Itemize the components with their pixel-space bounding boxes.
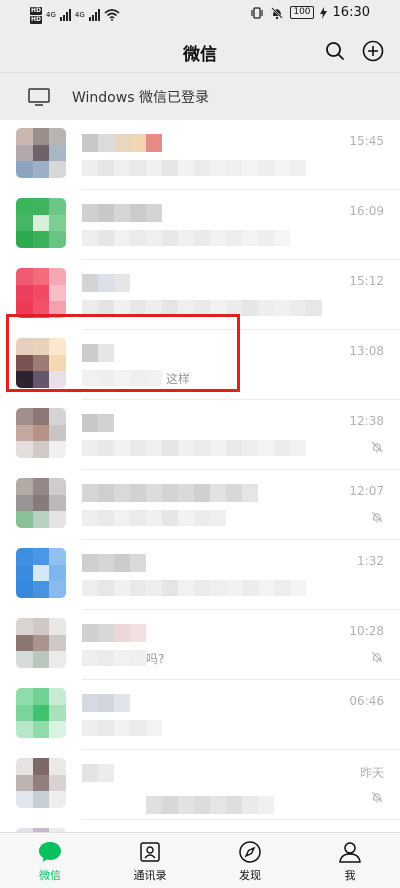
chat-bubble-icon	[36, 839, 64, 865]
avatar	[16, 618, 66, 668]
tab-chats[interactable]: 微信	[0, 833, 100, 888]
avatar	[16, 408, 66, 458]
muted-bell-icon	[371, 511, 383, 523]
chat-list: 15:45 16:09 15:12 这样 13:08 12:38 12:07 1…	[0, 120, 400, 832]
message-time: 13:08	[349, 344, 384, 358]
message-time: 15:45	[349, 134, 384, 148]
plus-circle-icon[interactable]	[360, 38, 386, 64]
chat-row[interactable]: 16:09	[0, 190, 400, 260]
chat-row[interactable]: 15:45	[0, 120, 400, 190]
contacts-icon	[136, 839, 164, 865]
message-time: 16:09	[349, 204, 384, 218]
contact-name-blurred	[82, 134, 162, 152]
signal-icon-1	[59, 9, 71, 21]
contact-name-blurred	[82, 274, 130, 292]
charging-icon	[319, 6, 327, 19]
contact-name-blurred	[82, 484, 258, 502]
avatar	[16, 478, 66, 528]
avatar	[16, 198, 66, 248]
message-time: 15:12	[349, 274, 384, 288]
person-icon	[336, 839, 364, 865]
message-time: 昨天	[359, 766, 384, 780]
vibrate-icon	[251, 6, 263, 19]
clock: 16:30	[332, 5, 370, 20]
message-preview-blurred	[82, 650, 146, 666]
hd-badge-1: HD	[30, 6, 43, 15]
tab-label: 我	[344, 869, 356, 882]
tab-label: 发现	[239, 869, 261, 882]
battery-level: 100	[290, 6, 314, 19]
chat-row[interactable]: 1:32	[0, 540, 400, 610]
message-preview-tail: 吗?	[146, 652, 165, 666]
wifi-icon	[104, 9, 120, 21]
contact-name-blurred	[82, 764, 114, 782]
message-preview-blurred	[82, 510, 226, 526]
muted-bell-icon	[371, 441, 383, 453]
annotation-highlight-box	[6, 314, 240, 392]
contact-name-blurred	[82, 414, 114, 432]
muted-bell-icon	[371, 791, 383, 803]
chat-row[interactable]: 12:07	[0, 470, 400, 540]
hd-indicators: HD HD	[30, 6, 43, 24]
compass-icon	[236, 839, 264, 865]
signal-icon-2	[88, 9, 100, 21]
mute-bell-icon	[271, 6, 284, 19]
contact-name-blurred	[82, 624, 146, 642]
tab-label: 通讯录	[133, 869, 167, 882]
windows-login-banner[interactable]: Windows 微信已登录	[0, 72, 400, 120]
avatar	[16, 688, 66, 738]
status-left: HD HD 4G 4G	[30, 3, 120, 27]
chat-row[interactable]: 06:46	[0, 680, 400, 750]
search-icon[interactable]	[322, 38, 348, 64]
message-preview-blurred	[82, 720, 162, 736]
muted-bell-icon	[371, 651, 383, 663]
tab-contacts[interactable]: 通讯录	[100, 833, 200, 888]
top-header: 微信	[0, 30, 400, 72]
chat-row[interactable]: 12:38	[0, 400, 400, 470]
message-preview-blurred	[82, 440, 306, 456]
message-preview-blurred	[146, 796, 274, 814]
avatar	[16, 758, 66, 808]
chat-row[interactable]: 昨天	[0, 750, 400, 820]
status-right: 100 16:30	[250, 5, 370, 20]
avatar	[16, 548, 66, 598]
contact-name-blurred	[82, 554, 146, 572]
message-time: 1:32	[357, 554, 384, 568]
bottom-nav: 微信 通讯录 发现 我	[0, 832, 400, 888]
tab-me[interactable]: 我	[300, 833, 400, 888]
tab-discover[interactable]: 发现	[200, 833, 300, 888]
windows-login-text: Windows 微信已登录	[72, 89, 209, 106]
network-type-1: 4G	[46, 11, 56, 19]
network-type-2: 4G	[74, 11, 85, 19]
message-time: 06:46	[349, 694, 384, 708]
message-preview-blurred	[82, 230, 290, 246]
status-bar: HD HD 4G 4G 100 16:30	[0, 0, 400, 30]
message-preview-blurred	[82, 160, 306, 176]
message-time: 12:38	[349, 414, 384, 428]
chat-row[interactable]: 吗? 10:28	[0, 610, 400, 680]
message-time: 10:28	[349, 624, 384, 638]
contact-name-blurred	[82, 204, 162, 222]
monitor-icon	[28, 88, 50, 106]
avatar	[16, 268, 66, 318]
message-time: 12:07	[349, 484, 384, 498]
message-preview-blurred	[82, 580, 306, 596]
tab-label: 微信	[39, 869, 61, 882]
chat-row[interactable]: 昨天	[0, 820, 400, 832]
contact-name-blurred	[82, 694, 130, 712]
hd-badge-2: HD	[30, 15, 43, 24]
avatar	[16, 128, 66, 178]
